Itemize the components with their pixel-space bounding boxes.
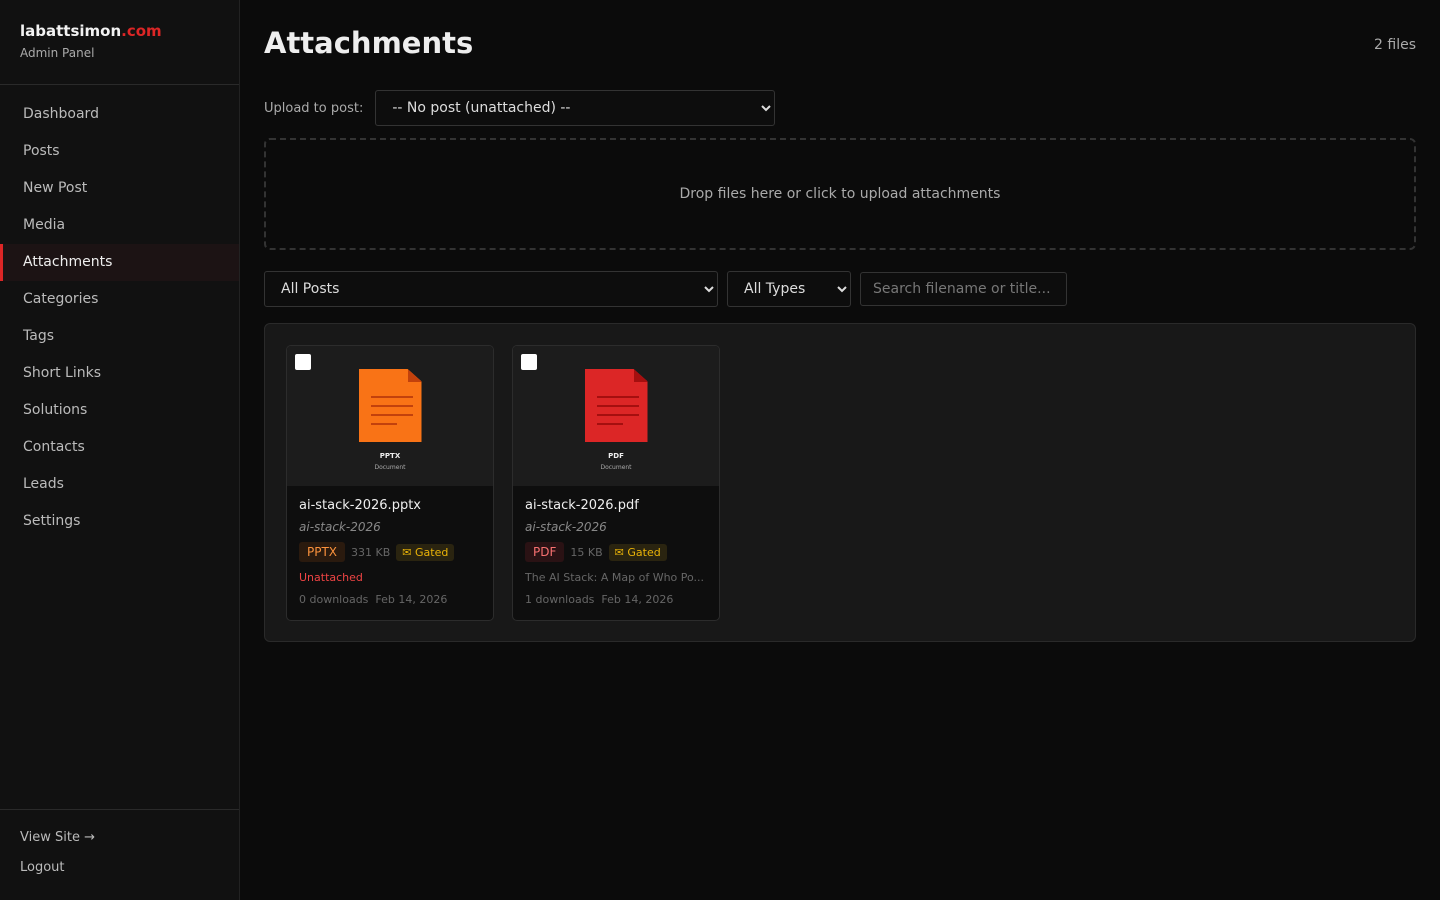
thumb-type: PDF: [608, 452, 624, 460]
sidebar-footer: View Site → Logout: [0, 809, 239, 900]
file-info: ai-stack-2026.pdf ai-stack-2026 PDF 15 K…: [513, 486, 719, 618]
line: [371, 414, 413, 416]
line: [597, 405, 639, 407]
file-info: ai-stack-2026.pptx ai-stack-2026 PPTX 33…: [287, 486, 493, 618]
meta-row: PPTX 331 KB ✉ Gated: [299, 542, 481, 562]
line: [371, 405, 413, 407]
gated-badge: ✉ Gated: [396, 544, 454, 561]
select-checkbox[interactable]: [295, 354, 311, 370]
thumb-kind: Document: [374, 464, 405, 471]
sidebar-item-posts[interactable]: Posts: [0, 133, 239, 170]
sidebar-item-leads[interactable]: Leads: [0, 466, 239, 503]
downloads: 0 downloads: [299, 593, 368, 606]
file-thumbnail: PPTX Document: [287, 346, 493, 486]
filename: ai-stack-2026.pdf: [525, 498, 707, 513]
upload-dropzone[interactable]: Drop files here or click to upload attac…: [264, 138, 1416, 250]
attachment-card[interactable]: PDF Document ai-stack-2026.pdf ai-stack-…: [512, 345, 720, 621]
type-badge: PPTX: [299, 542, 345, 562]
thumb-type: PPTX: [380, 452, 400, 460]
date: Feb 14, 2026: [601, 593, 673, 606]
sidebar-item-categories[interactable]: Categories: [0, 281, 239, 318]
site-name[interactable]: labattsimon.com: [20, 22, 219, 40]
download-stats: 1 downloads Feb 14, 2026: [525, 593, 707, 606]
sidebar-item-settings[interactable]: Settings: [0, 503, 239, 540]
logout-link[interactable]: Logout: [20, 860, 219, 875]
sidebar-item-contacts[interactable]: Contacts: [0, 429, 239, 466]
attachments-grid: PPTX Document ai-stack-2026.pptx ai-stac…: [264, 323, 1416, 642]
upload-post-select[interactable]: -- No post (unattached) --: [375, 90, 775, 126]
attachment-status: The AI Stack: A Map of Who Po...: [525, 571, 707, 584]
fold: [634, 369, 648, 382]
admin-panel-subtitle: Admin Panel: [20, 46, 219, 60]
sidebar: labattsimon.com Admin Panel DashboardPos…: [0, 0, 240, 900]
filters: All Posts All Types: [264, 271, 1067, 307]
file-size: 15 KB: [570, 546, 602, 559]
meta-row: PDF 15 KB ✉ Gated: [525, 542, 707, 562]
thumb-kind: Document: [600, 464, 631, 471]
sidebar-nav: DashboardPostsNew PostMediaAttachmentsCa…: [0, 85, 239, 540]
slug: ai-stack-2026: [299, 520, 481, 534]
line: [597, 396, 639, 398]
gated-badge: ✉ Gated: [609, 544, 667, 561]
brand: labattsimon.com Admin Panel: [0, 0, 239, 85]
file-size: 331 KB: [351, 546, 390, 559]
sidebar-item-new-post[interactable]: New Post: [0, 170, 239, 207]
document-icon: [585, 369, 648, 442]
sidebar-item-dashboard[interactable]: Dashboard: [0, 96, 239, 133]
sidebar-item-short-links[interactable]: Short Links: [0, 355, 239, 392]
file-count: 2 files: [1374, 37, 1416, 53]
sidebar-item-tags[interactable]: Tags: [0, 318, 239, 355]
sidebar-item-attachments[interactable]: Attachments: [0, 244, 239, 281]
type-filter-select[interactable]: All Types: [727, 271, 851, 307]
post-filter-select[interactable]: All Posts: [264, 271, 718, 307]
date: Feb 14, 2026: [375, 593, 447, 606]
upload-target: Upload to post: -- No post (unattached) …: [264, 90, 775, 126]
page-title: Attachments: [264, 26, 473, 60]
downloads: 1 downloads: [525, 593, 594, 606]
attachment-card[interactable]: PPTX Document ai-stack-2026.pptx ai-stac…: [286, 345, 494, 621]
view-site-link[interactable]: View Site →: [20, 830, 219, 845]
line: [371, 396, 413, 398]
fold: [408, 369, 422, 382]
line: [371, 423, 397, 425]
search-input[interactable]: [860, 272, 1067, 306]
document-icon: [359, 369, 422, 442]
slug: ai-stack-2026: [525, 520, 707, 534]
sidebar-item-media[interactable]: Media: [0, 207, 239, 244]
filename: ai-stack-2026.pptx: [299, 498, 481, 513]
line: [597, 423, 623, 425]
attachment-status: Unattached: [299, 571, 481, 584]
select-checkbox[interactable]: [521, 354, 537, 370]
upload-label: Upload to post:: [264, 101, 363, 116]
line: [597, 414, 639, 416]
type-badge: PDF: [525, 542, 564, 562]
file-thumbnail: PDF Document: [513, 346, 719, 486]
sidebar-item-solutions[interactable]: Solutions: [0, 392, 239, 429]
download-stats: 0 downloads Feb 14, 2026: [299, 593, 481, 606]
